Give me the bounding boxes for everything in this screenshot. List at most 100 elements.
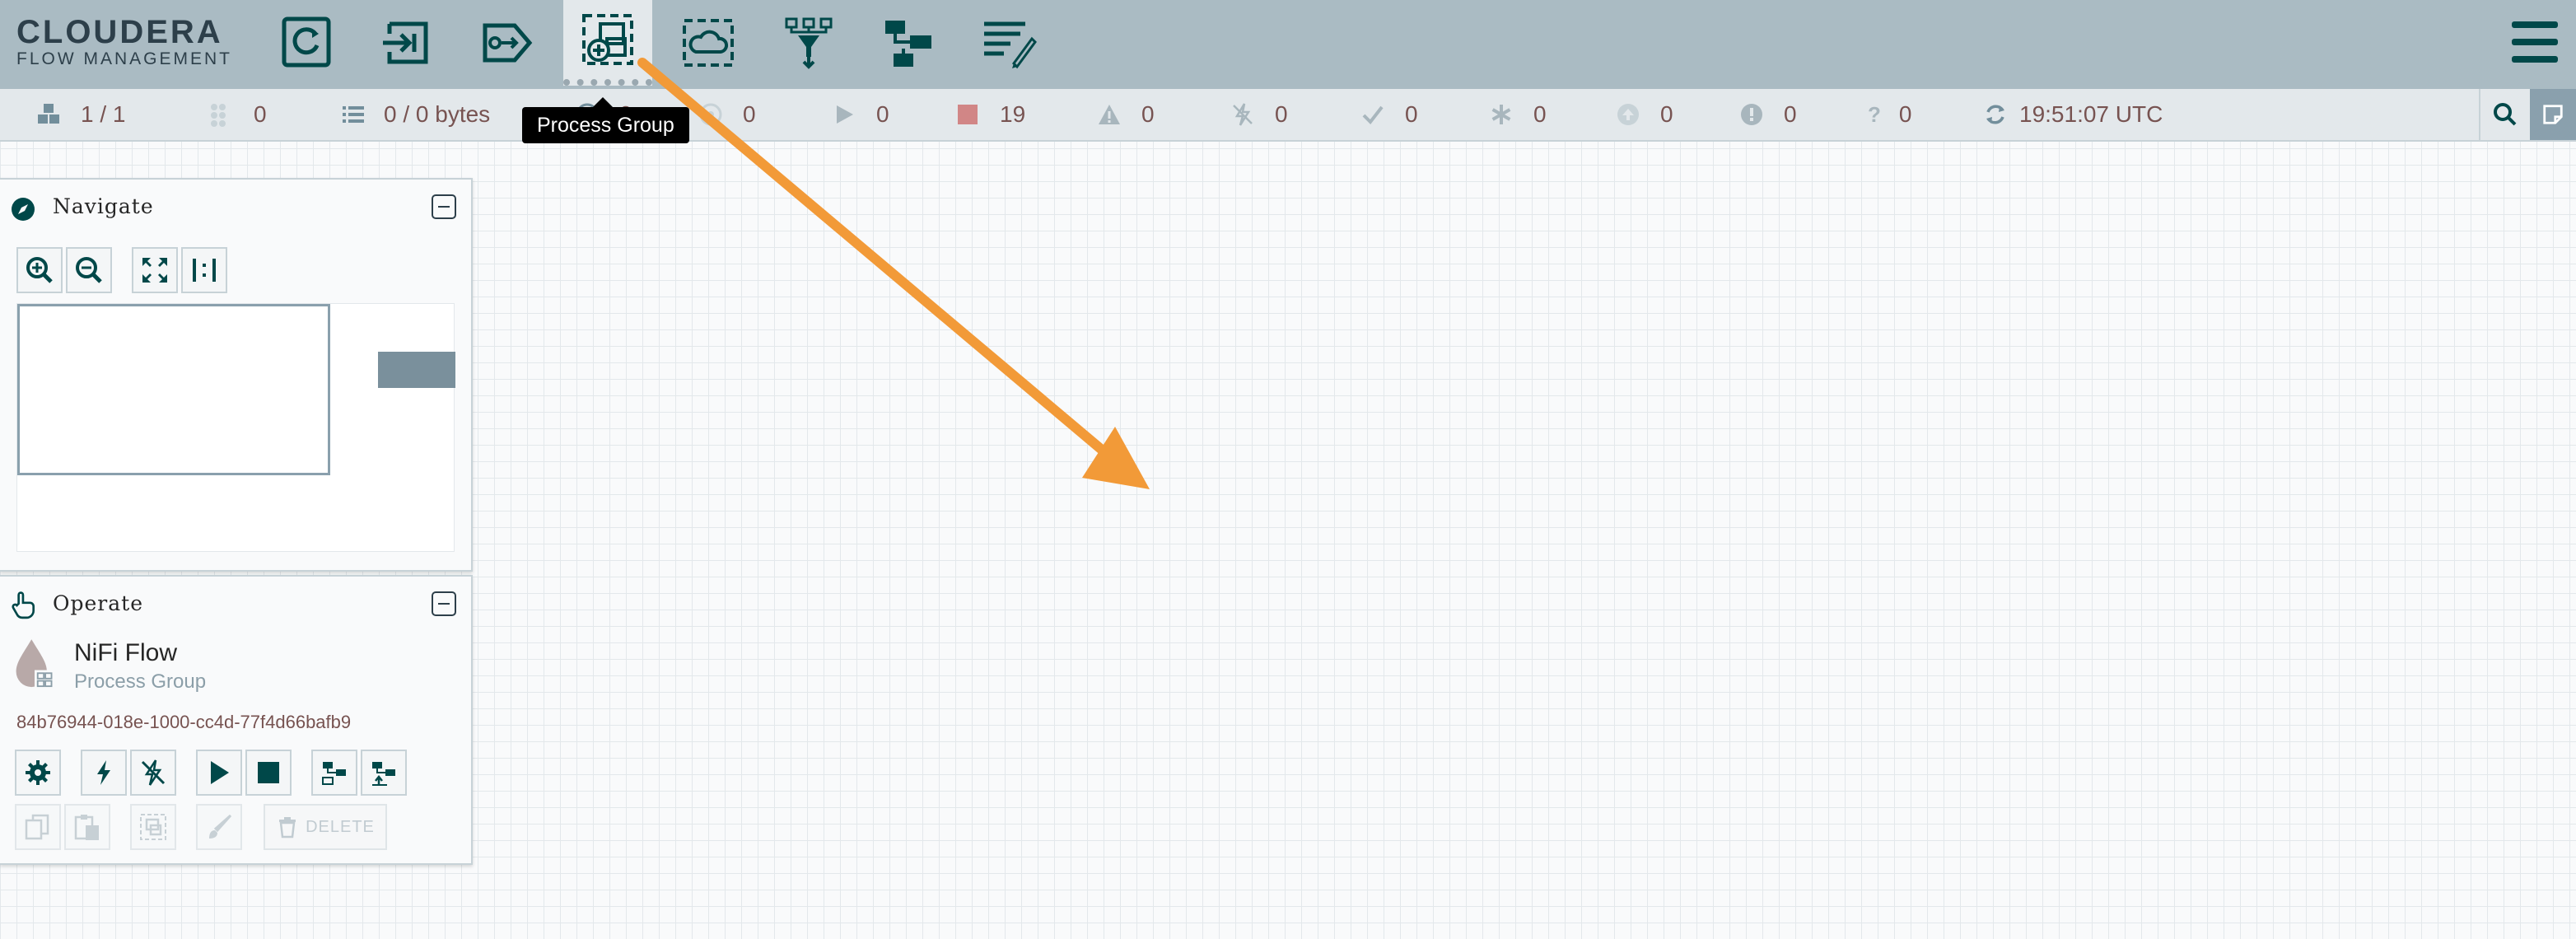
question-icon: ? — [1868, 101, 1881, 127]
template-tool-button[interactable] — [865, 0, 954, 86]
flowfiles-icon — [211, 104, 226, 127]
cloudera-logo: CLOUDERA FLOW MANAGEMENT — [16, 15, 232, 69]
template-upload-icon — [372, 762, 395, 786]
last-refreshed-stat: 19:51:07 UTC — [1983, 89, 2163, 140]
not-transmitting-icon — [699, 103, 722, 126]
output-port-tool-button[interactable] — [463, 0, 552, 86]
group-icon — [140, 814, 166, 840]
active-threads-stat: 1 / 1 — [36, 89, 125, 140]
start-button[interactable] — [196, 750, 242, 796]
label-icon — [984, 21, 1037, 69]
template-save-icon — [322, 762, 346, 785]
birdseye-view[interactable] — [16, 303, 455, 552]
paintbrush-icon — [209, 814, 232, 839]
locally-modified-stat: 0 — [1489, 89, 1547, 140]
not-transmitting-value: 0 — [743, 101, 756, 127]
active-threads-value: 1 / 1 — [81, 101, 126, 127]
process-group-tool-button[interactable] — [563, 0, 652, 86]
invalid-value: 0 — [1141, 101, 1155, 127]
warning-icon — [1099, 105, 1120, 124]
input-port-tool-button[interactable] — [362, 0, 451, 86]
logo-main-text: CLOUDERA — [16, 14, 223, 50]
process-group-tooltip: Process Group — [522, 107, 689, 143]
operate-panel: Operate NiFi Flow Process Group 84b76944… — [0, 575, 473, 865]
disable-bolt-icon — [141, 759, 166, 786]
process-group-drop-icon — [16, 639, 55, 689]
compass-icon — [12, 198, 35, 221]
delete-label: DELETE — [306, 817, 375, 836]
stop-icon — [958, 105, 978, 124]
selected-component-name: NiFi Flow — [74, 639, 177, 666]
tooltip-caret — [593, 97, 613, 107]
gear-icon — [26, 760, 50, 785]
invalid-stat: 0 — [1097, 89, 1155, 140]
actual-size-button[interactable] — [181, 247, 227, 293]
birdseye-viewport[interactable] — [17, 304, 330, 475]
configure-button[interactable] — [15, 750, 61, 796]
check-icon — [1362, 105, 1384, 125]
sticky-note-icon — [2543, 105, 2563, 124]
disabled-value: 0 — [1275, 101, 1288, 127]
queued-flowfiles-stat: 0 — [209, 89, 267, 140]
bolt-icon — [97, 760, 110, 785]
actual-size-icon — [193, 259, 216, 282]
change-color-button[interactable] — [196, 804, 242, 850]
stale-stat: 0 — [1616, 89, 1673, 140]
refresh-icon[interactable] — [1983, 102, 2008, 127]
global-menu-icon[interactable] — [2512, 20, 2558, 64]
zoom-out-icon — [76, 257, 102, 283]
locally-modified-stale-value: 0 — [1784, 101, 1797, 127]
hand-pointer-icon — [12, 591, 35, 619]
funnel-icon — [785, 17, 833, 69]
trash-icon — [279, 817, 296, 839]
upload-template-button[interactable] — [361, 750, 407, 796]
cubes-icon — [38, 104, 59, 124]
input-port-icon — [383, 21, 428, 64]
disable-button[interactable] — [130, 750, 176, 796]
paste-icon — [74, 815, 99, 840]
search-button[interactable] — [2479, 89, 2530, 140]
stop-button[interactable] — [245, 750, 292, 796]
not-transmitting-stat: 0 — [698, 89, 756, 140]
stop-icon — [258, 762, 279, 783]
zoom-in-button[interactable] — [16, 247, 63, 293]
arrow-circle-up-icon — [1617, 104, 1639, 125]
play-icon — [837, 105, 853, 124]
output-port-icon — [483, 23, 533, 63]
navigate-title: Navigate — [53, 194, 154, 218]
queued-flowfiles-value: 0 — [254, 101, 267, 127]
navigate-collapse-button[interactable] — [432, 194, 456, 219]
funnel-tool-button[interactable] — [764, 0, 853, 86]
delete-button[interactable]: DELETE — [264, 804, 387, 850]
zoom-out-button[interactable] — [66, 247, 112, 293]
search-icon — [2494, 103, 2517, 126]
bulletin-board-button[interactable] — [2530, 89, 2576, 140]
selected-component-id: 84b76944-018e-1000-cc4d-77f4d66bafb9 — [16, 712, 352, 732]
selected-component-type: Process Group — [74, 670, 207, 693]
group-button[interactable] — [130, 804, 176, 850]
save-template-button[interactable] — [311, 750, 357, 796]
header-bar: CLOUDERA FLOW MANAGEMENT — [0, 0, 2576, 89]
sync-failure-stat: ? 0 — [1868, 89, 1911, 140]
operate-collapse-button[interactable] — [432, 591, 456, 616]
sync-failure-value: 0 — [1898, 101, 1912, 127]
asterisk-icon — [1491, 105, 1511, 124]
last-refreshed-value: 19:51:07 UTC — [2019, 101, 2163, 127]
disabled-bolt-icon — [1233, 103, 1253, 126]
expand-icon — [142, 258, 167, 283]
paste-button[interactable] — [64, 804, 110, 850]
up-to-date-stat: 0 — [1360, 89, 1418, 140]
fit-button[interactable] — [132, 247, 178, 293]
copy-icon — [25, 814, 49, 840]
enable-button[interactable] — [81, 750, 127, 796]
running-stat: 0 — [832, 89, 889, 140]
stopped-stat: 19 — [955, 89, 1025, 140]
running-value: 0 — [876, 101, 889, 127]
stopped-value: 19 — [1000, 101, 1026, 127]
copy-button[interactable] — [15, 804, 61, 850]
remote-process-group-tool-button[interactable] — [664, 0, 753, 86]
queued-bytes-stat: 0 / 0 bytes — [341, 89, 490, 140]
processor-tool-button[interactable] — [262, 0, 351, 86]
up-to-date-value: 0 — [1405, 101, 1418, 127]
label-tool-button[interactable] — [965, 0, 1054, 86]
